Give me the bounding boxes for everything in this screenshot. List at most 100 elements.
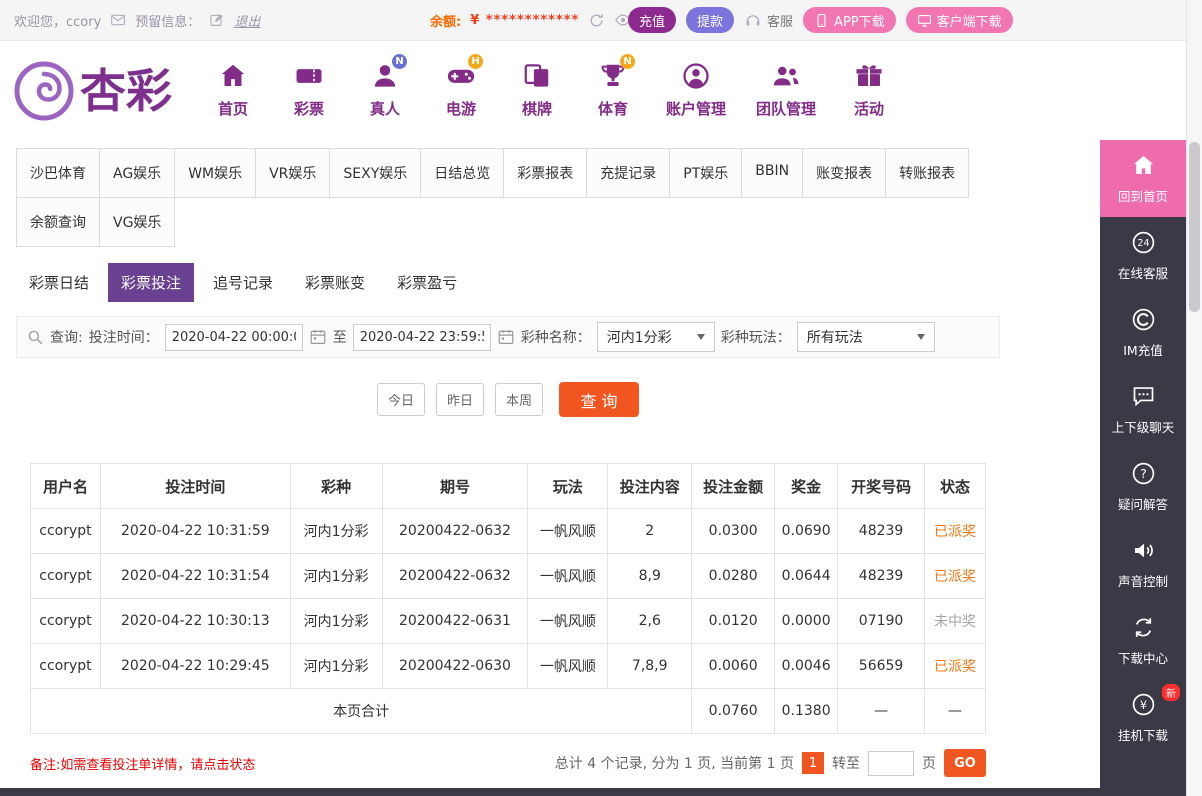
to-label: 至 [332, 330, 347, 346]
table-cell: 河内1分彩 [289, 598, 383, 644]
sidebar-item-im-c[interactable]: IM充值 [1100, 294, 1186, 371]
bottom-bar [0, 788, 1186, 796]
tab-10[interactable]: BBIN [741, 148, 804, 198]
column-header: 玩法 [527, 463, 609, 509]
table-cell: 一帆风顺 [527, 508, 609, 554]
column-header: 投注金额 [691, 463, 776, 509]
lottery-name-select[interactable]: 河内1分彩 [596, 322, 715, 352]
subtab-5[interactable]: 彩票盈亏 [384, 263, 470, 302]
nav-item-gamepad[interactable]: H 电游 [438, 54, 484, 119]
sidebar-item-service24[interactable]: 24 在线客服 [1100, 217, 1186, 294]
end-time-input[interactable] [352, 323, 491, 351]
calendar-icon[interactable] [309, 328, 327, 346]
table-cell: 0.0000 [774, 598, 839, 644]
tab-8[interactable]: 充提记录 [586, 148, 671, 198]
subtab-1[interactable]: 彩票日结 [16, 263, 102, 302]
scrollbar[interactable] [1186, 0, 1202, 796]
tab-2[interactable]: AG娱乐 [99, 148, 176, 198]
nav-item-boards[interactable]: 棋牌 [514, 61, 560, 119]
subtab-4[interactable]: 彩票账变 [292, 263, 378, 302]
im-c-icon [1130, 306, 1157, 333]
current-page-button[interactable]: 1 [802, 752, 824, 774]
customer-service-button[interactable]: 客服 [744, 11, 793, 30]
sidebar-item-yen[interactable]: ¥ 新挂机下载 [1100, 679, 1186, 756]
refresh-icon[interactable] [588, 12, 605, 29]
page-unit-label: 页 [922, 756, 936, 772]
lottery-name-label: 彩种名称： [520, 330, 591, 346]
nav-item-gift[interactable]: 活动 [846, 61, 892, 119]
search-button[interactable]: 查 询 [559, 382, 640, 417]
sidebar-item-chat[interactable]: 上下级聊天 [1100, 371, 1186, 448]
quick-btn-3[interactable]: 本周 [495, 383, 544, 416]
quick-btn-1[interactable]: 今日 [376, 383, 425, 416]
withdraw-button[interactable]: 提款 [686, 7, 735, 33]
scrollbar-thumb[interactable] [1189, 142, 1200, 312]
table-header-row: 用户名 投注时间 彩种 期号 玩法 投注内容 投注金额 奖金 开奖号码 状态 [30, 463, 986, 509]
table-cell: 8,9 [607, 553, 693, 599]
nav-badge: N [620, 54, 635, 69]
phone-icon [814, 13, 829, 28]
nav-item-trophy[interactable]: N 体育 [590, 54, 636, 119]
sidebar-item-home-solid[interactable]: 回到首页 [1100, 140, 1186, 217]
tab-1[interactable]: 沙巴体育 [16, 148, 100, 198]
recharge-button[interactable]: 充值 [628, 7, 677, 33]
tab-12[interactable]: 转账报表 [885, 148, 970, 198]
ticket-icon [294, 61, 324, 91]
balance-label: 余额: [430, 14, 462, 30]
app-download-label: APP下载 [834, 14, 885, 30]
tab-3[interactable]: WM娱乐 [174, 148, 257, 198]
tab-5[interactable]: SEXY娱乐 [329, 148, 422, 198]
headset-icon [744, 11, 762, 29]
tab-6[interactable]: 日结总览 [420, 148, 505, 198]
sidebar-item-question[interactable]: ? 疑问解答 [1100, 448, 1186, 525]
table-row: ccorypt 2020-04-22 10:31:54 河内1分彩 20200422-… [30, 553, 986, 599]
nav-item-account[interactable]: 账户管理 [666, 61, 726, 119]
tab-11[interactable]: 账变报表 [802, 148, 887, 198]
summary-cell: — [924, 688, 986, 734]
table-cell: 一帆风顺 [527, 643, 609, 689]
goto-page-input[interactable] [868, 750, 914, 776]
table-cell: 2020-04-22 10:30:13 [99, 598, 291, 644]
start-time-input[interactable] [164, 323, 303, 351]
status-cell[interactable]: 已派奖 [924, 643, 986, 689]
mail-icon[interactable] [110, 12, 126, 28]
nav-label: 账户管理 [666, 100, 727, 118]
table-cell: 2020-04-22 10:31:59 [99, 508, 291, 554]
nav-item-team[interactable]: 团队管理 [756, 61, 816, 119]
quick-btn-2[interactable]: 昨日 [435, 383, 484, 416]
go-button[interactable]: GO [944, 749, 986, 777]
status-cell[interactable]: 未中奖 [924, 598, 986, 644]
calendar-icon[interactable] [497, 328, 515, 346]
logout-link[interactable]: 退出 [234, 11, 260, 30]
logo[interactable]: 杏彩 [12, 59, 172, 123]
nav-item-home[interactable]: 首页 [210, 61, 256, 119]
chat-icon [1130, 383, 1157, 410]
edit-icon[interactable] [209, 12, 225, 28]
nav-item-ticket[interactable]: 彩票 [286, 61, 332, 119]
status-cell[interactable]: 已派奖 [924, 508, 986, 554]
tab-9[interactable]: PT娱乐 [669, 148, 743, 198]
tab-13[interactable]: 余额查询 [16, 197, 100, 247]
table-row: ccorypt 2020-04-22 10:31:59 河内1分彩 20200422-… [30, 508, 986, 554]
client-download-button[interactable]: 客户端下载 [905, 7, 1013, 33]
subtab-2[interactable]: 彩票投注 [108, 263, 195, 302]
tab-14[interactable]: VG娱乐 [99, 197, 176, 247]
query-label: 查询: [50, 330, 83, 346]
nav-item-person[interactable]: N 真人 [362, 54, 408, 119]
tab-7[interactable]: 彩票报表 [503, 148, 588, 198]
status-cell[interactable]: 已派奖 [924, 553, 986, 599]
table-cell: 48239 [837, 553, 926, 599]
floating-sidebar: 回到首页 24 在线客服 IM充值上下级聊天? 疑问解答 声音控制 下载中心 ¥ 新挂机下载 [1100, 140, 1186, 788]
recharge-label: 充值 [639, 14, 666, 30]
sidebar-item-speaker[interactable]: 声音控制 [1100, 525, 1186, 602]
table-cell: 0.0060 [691, 643, 776, 689]
sidebar-label: IM充值 [1123, 343, 1163, 358]
sidebar-item-loop[interactable]: 下载中心 [1100, 602, 1186, 679]
nav-label: 真人 [369, 100, 400, 118]
table-cell: 河内1分彩 [289, 553, 383, 599]
play-type-select[interactable]: 所有玩法 [796, 322, 935, 352]
app-download-button[interactable]: APP下载 [803, 7, 896, 33]
balance-group: 余额: ¥ ************ [430, 0, 632, 40]
tab-4[interactable]: VR娱乐 [255, 148, 331, 198]
subtab-3[interactable]: 追号记录 [200, 263, 286, 302]
